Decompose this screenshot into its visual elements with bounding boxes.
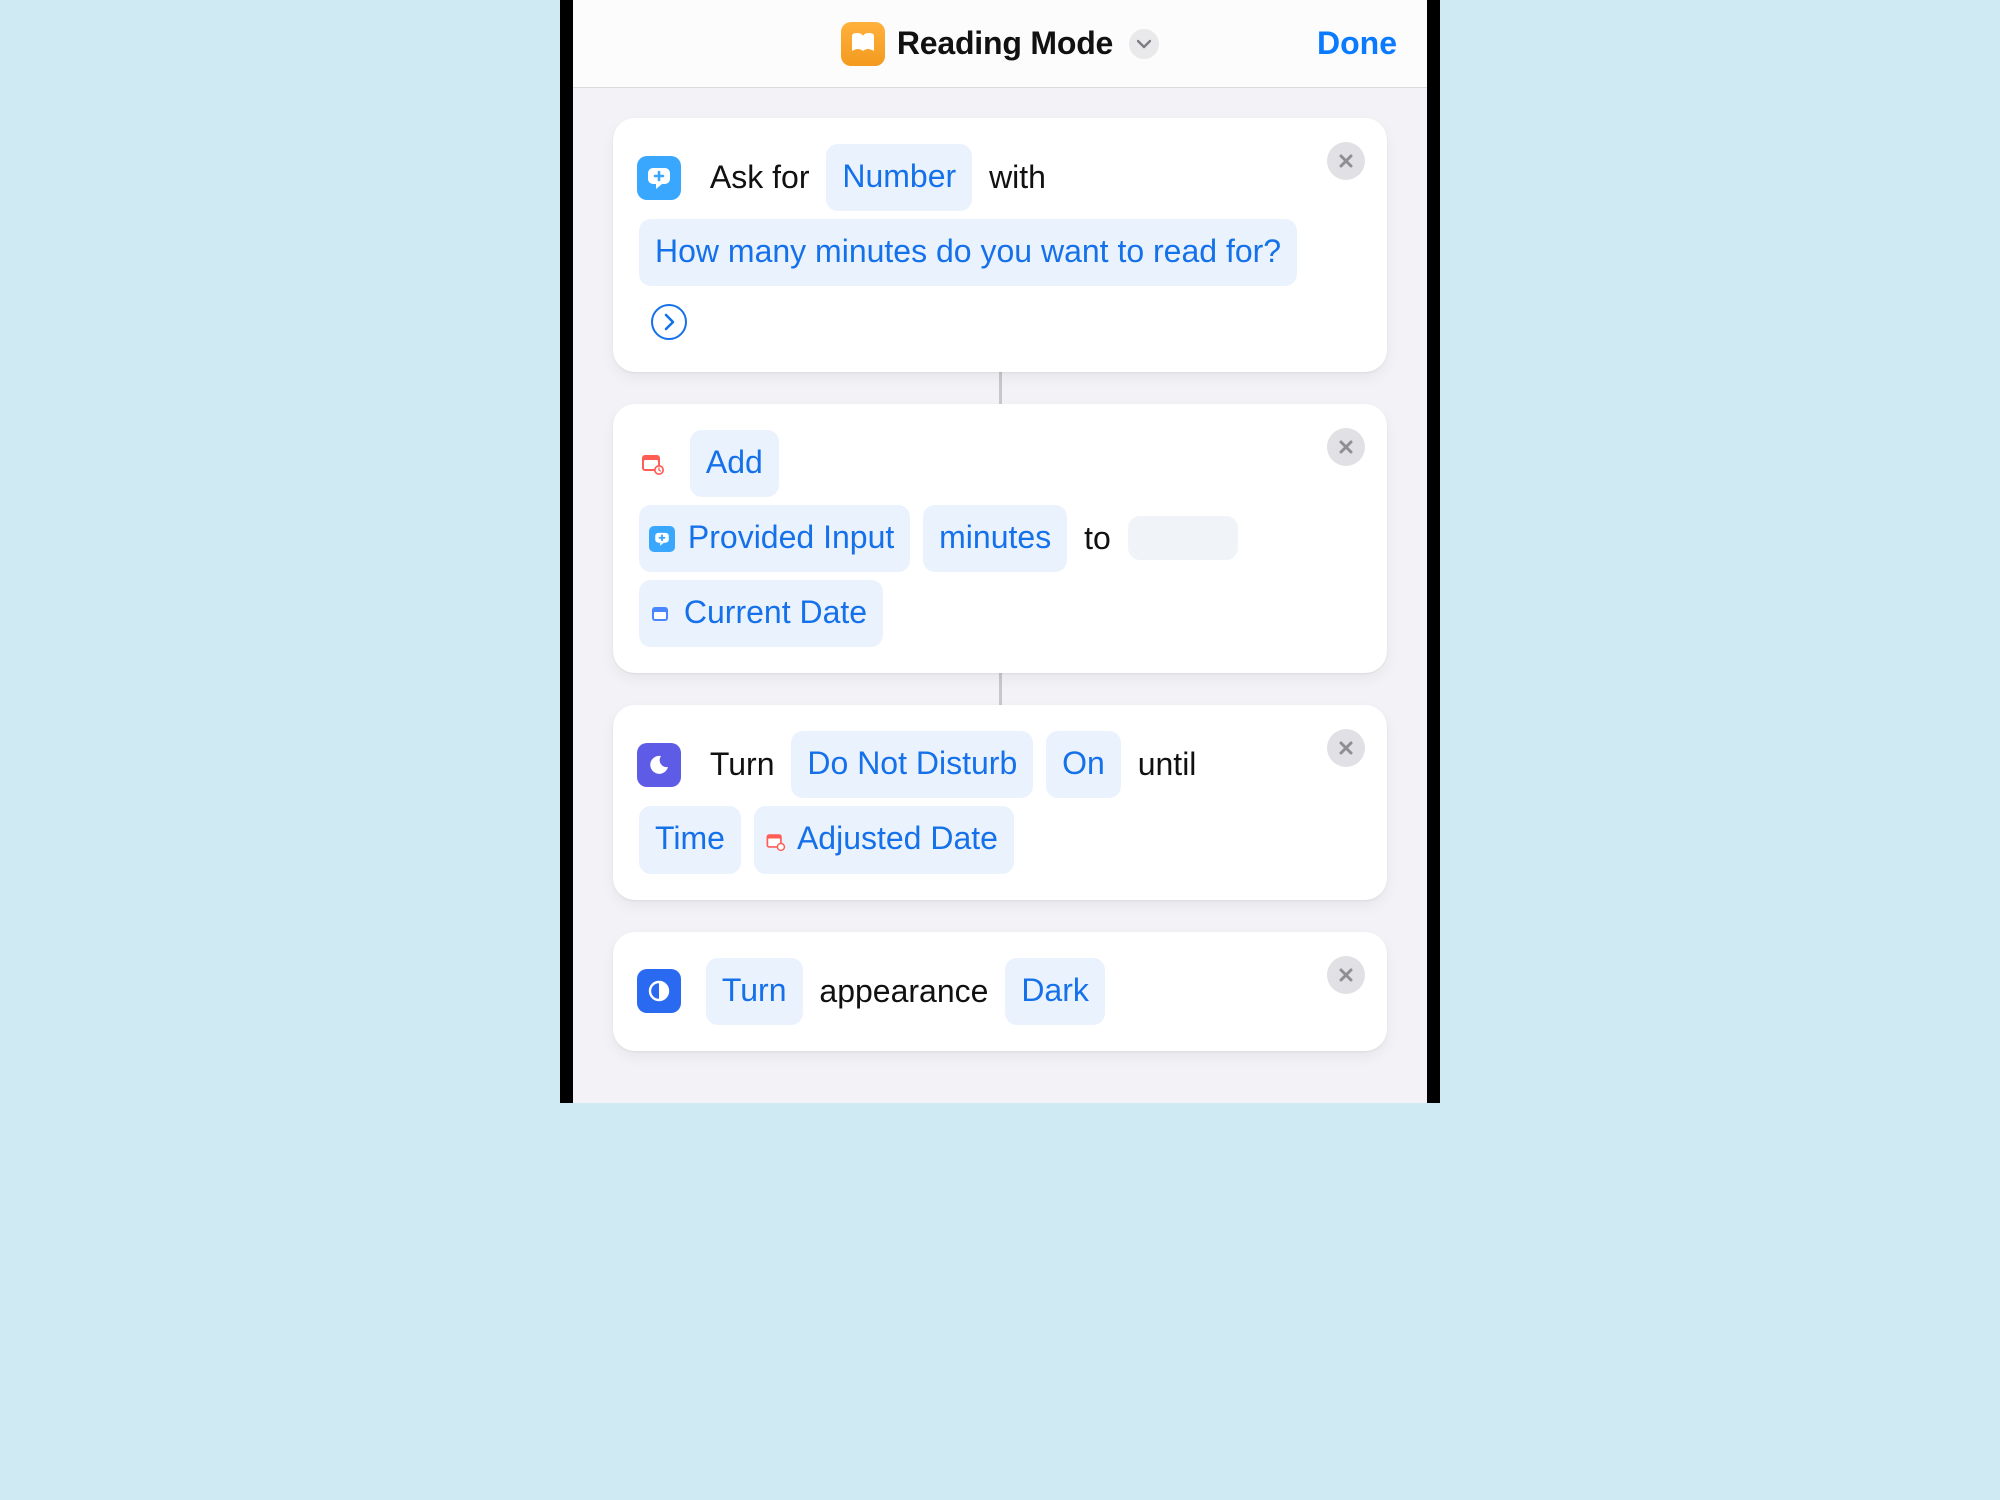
action-adjust-date[interactable]: Add Provided Input minutes to bbox=[613, 404, 1387, 674]
navbar-title-group[interactable]: Reading Mode bbox=[841, 22, 1159, 66]
calendar-adjust-icon bbox=[637, 448, 667, 478]
action-text: Add Provided Input minutes to bbox=[637, 426, 1317, 652]
done-button[interactable]: Done bbox=[1317, 25, 1397, 62]
provided-input-token[interactable]: Provided Input bbox=[639, 505, 910, 572]
device-frame: Reading Mode Done Ask for Number bbox=[560, 0, 1440, 1103]
label: Turn bbox=[710, 746, 775, 782]
spacer bbox=[613, 1051, 1387, 1083]
appearance-icon bbox=[637, 969, 681, 1013]
calendar-adjust-icon bbox=[764, 830, 786, 852]
action-text: Turn Do Not Disturb On until Time Adjust… bbox=[637, 727, 1317, 877]
connector-line bbox=[999, 673, 1002, 705]
action-text: Turn appearance Dark bbox=[637, 954, 1317, 1029]
input-type-token[interactable]: Number bbox=[826, 144, 972, 211]
label: with bbox=[989, 159, 1046, 195]
spacer bbox=[613, 900, 1387, 932]
connector-line bbox=[999, 372, 1002, 404]
token-label: Adjusted Date bbox=[797, 820, 998, 856]
delete-action-button[interactable] bbox=[1327, 729, 1365, 767]
label: appearance bbox=[819, 973, 988, 1009]
calendar-icon bbox=[649, 603, 671, 625]
delete-action-button[interactable] bbox=[1327, 142, 1365, 180]
chevron-down-icon[interactable] bbox=[1129, 29, 1159, 59]
action-set-appearance[interactable]: Turn appearance Dark bbox=[613, 932, 1387, 1051]
shortcut-title: Reading Mode bbox=[897, 25, 1113, 62]
empty-token[interactable] bbox=[1128, 516, 1238, 560]
expand-options-icon[interactable] bbox=[651, 304, 687, 340]
operation-token[interactable]: Add bbox=[690, 430, 779, 497]
token-label: Current Date bbox=[684, 594, 867, 630]
books-app-icon bbox=[841, 22, 885, 66]
action-set-focus[interactable]: Turn Do Not Disturb On until Time Adjust… bbox=[613, 705, 1387, 899]
moon-icon bbox=[637, 743, 681, 787]
screen: Reading Mode Done Ask for Number bbox=[573, 0, 1427, 1103]
navbar: Reading Mode Done bbox=[573, 0, 1427, 88]
focus-token[interactable]: Do Not Disturb bbox=[791, 731, 1033, 798]
token-label: Provided Input bbox=[688, 519, 894, 555]
label: until bbox=[1138, 746, 1197, 782]
ask-input-icon bbox=[637, 156, 681, 200]
ask-input-icon bbox=[649, 526, 675, 552]
prompt-token[interactable]: How many minutes do you want to read for… bbox=[639, 219, 1297, 286]
operation-token[interactable]: Turn bbox=[706, 958, 803, 1025]
action-ask-for-input[interactable]: Ask for Number with How many minutes do … bbox=[613, 118, 1387, 372]
delete-action-button[interactable] bbox=[1327, 956, 1365, 994]
until-mode-token[interactable]: Time bbox=[639, 806, 741, 873]
action-text: Ask for Number with How many minutes do … bbox=[637, 140, 1317, 350]
appearance-mode-token[interactable]: Dark bbox=[1005, 958, 1105, 1025]
actions-list: Ask for Number with How many minutes do … bbox=[573, 88, 1427, 1103]
label: to bbox=[1084, 520, 1111, 556]
delete-action-button[interactable] bbox=[1327, 428, 1365, 466]
state-token[interactable]: On bbox=[1046, 731, 1121, 798]
unit-token[interactable]: minutes bbox=[923, 505, 1067, 572]
adjusted-date-token[interactable]: Adjusted Date bbox=[754, 806, 1014, 873]
label: Ask for bbox=[710, 159, 810, 195]
current-date-token[interactable]: Current Date bbox=[639, 580, 883, 647]
